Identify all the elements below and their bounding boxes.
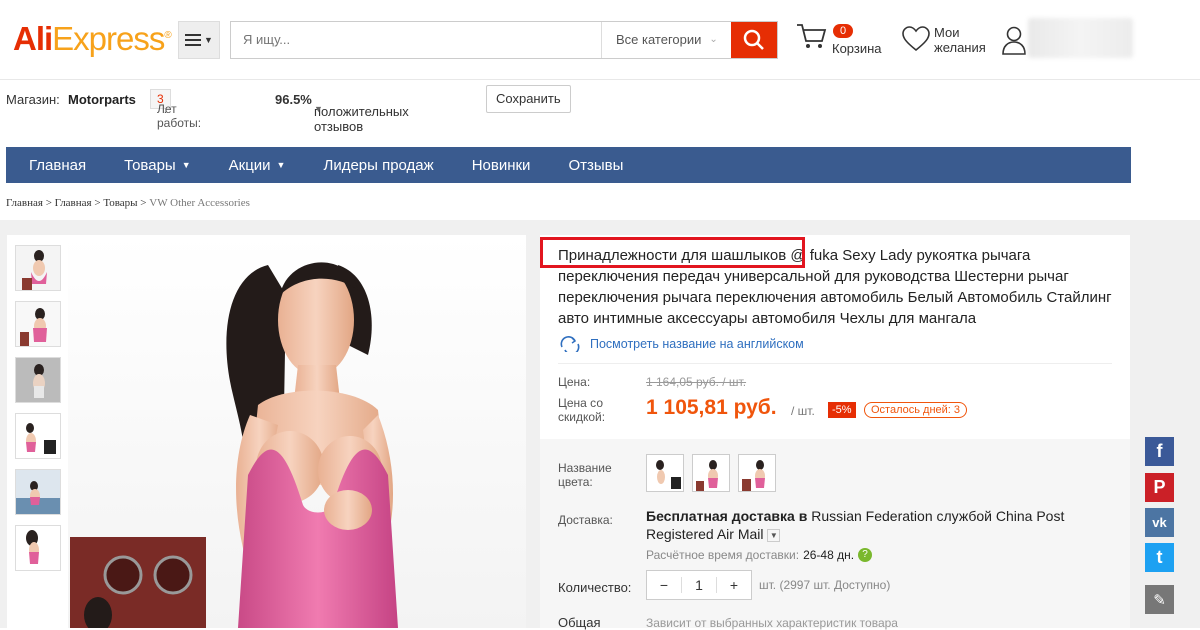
pencil-icon: ✎ — [1153, 591, 1166, 609]
breadcrumb-item[interactable]: Главная — [6, 197, 43, 209]
product-thumbnail[interactable] — [15, 357, 61, 403]
price-unit: / шт. — [791, 404, 815, 418]
heart-icon — [902, 26, 930, 52]
account-link[interactable] — [1002, 25, 1026, 60]
nav-item-home[interactable]: Главная — [29, 157, 86, 174]
breadcrumb-item[interactable]: Товары — [103, 197, 137, 209]
twitter-share-button[interactable]: t — [1145, 543, 1174, 572]
aliexpress-logo[interactable]: AliExpress® — [13, 20, 172, 58]
positive-feedback-pct: 96.5% — [275, 92, 312, 107]
divider — [558, 363, 1112, 364]
chevron-down-icon: ▼ — [314, 104, 323, 114]
quantity-stepper: − 1 + — [646, 570, 752, 600]
sale-price-label: Цена со скидкой: — [558, 396, 606, 424]
view-english-title-link[interactable]: Посмотреть название на английском — [558, 336, 804, 352]
breadcrumb: Главная > Главная > Товары > VW Other Ac… — [6, 197, 250, 209]
color-swatch[interactable] — [738, 454, 776, 492]
edit-button[interactable]: ✎ — [1145, 585, 1174, 614]
original-price: 1 164,05 руб. / шт. — [646, 375, 747, 389]
quantity-decrease-button[interactable]: − — [647, 577, 682, 593]
stock-available: шт. (2997 шт. Доступно) — [759, 578, 891, 592]
delivery-label: Доставка: — [558, 513, 613, 527]
cart-icon — [797, 24, 827, 48]
translate-icon — [560, 336, 580, 352]
vk-share-button[interactable]: vk — [1145, 508, 1174, 537]
nav-item-products[interactable]: Товары ▼ — [124, 157, 191, 174]
thumbnail-column — [7, 235, 68, 628]
vk-icon: vk — [1152, 515, 1167, 530]
store-label: Магазин: — [6, 92, 60, 107]
purchase-options: Название цвета: Доставка: Бесплатная дос… — [540, 439, 1130, 630]
pinterest-icon: P — [1153, 477, 1166, 497]
store-name[interactable]: Motorparts — [68, 92, 136, 107]
color-swatch[interactable] — [646, 454, 684, 492]
breadcrumb-current: VW Other Accessories — [149, 197, 250, 209]
blurred-account-name — [1028, 18, 1133, 58]
cart-link[interactable]: 0 Корзина — [796, 22, 886, 62]
save-store-button[interactable]: Сохранить — [486, 85, 571, 113]
category-menu-button[interactable]: ▼ — [178, 21, 220, 59]
nav-item-sales[interactable]: Акции ▼ — [229, 157, 286, 174]
category-select[interactable]: Все категории ⌄ — [601, 22, 731, 58]
store-years-badge: Лет работы: 3 . — [150, 89, 201, 130]
help-icon[interactable]: ? — [858, 548, 873, 562]
quantity-label: Количество: — [558, 580, 632, 595]
color-label: Название цвета: — [558, 461, 612, 489]
nav-item-reviews[interactable]: Отзывы — [568, 157, 623, 174]
store-nav: Главная Товары ▼ Акции ▼ Лидеры продаж Нов… — [6, 147, 1131, 183]
product-thumbnail[interactable] — [15, 245, 61, 291]
nav-item-bestsellers[interactable]: Лидеры продаж — [323, 157, 433, 174]
cart-count-badge: 0 — [833, 24, 853, 38]
breadcrumb-item[interactable]: Главная — [55, 197, 92, 209]
cart-label: Корзина — [832, 41, 882, 56]
color-swatch[interactable] — [692, 454, 730, 492]
nav-item-new[interactable]: Новинки — [472, 157, 531, 174]
quantity-value[interactable]: 1 — [682, 577, 716, 593]
product-main-image[interactable] — [68, 235, 526, 628]
search-input[interactable] — [231, 22, 601, 58]
search-bar: Все категории ⌄ — [230, 21, 778, 59]
caret-down-icon: ▼ — [276, 160, 286, 170]
wishlist-label: Мои желания — [934, 25, 986, 55]
facebook-icon: f — [1156, 441, 1163, 461]
chevron-down-icon: ▼ — [204, 35, 213, 45]
chevron-down-icon[interactable]: ▼ — [767, 529, 781, 542]
header: AliExpress® ▼ Все категории ⌄ 0 Корзина … — [0, 0, 1200, 80]
product-thumbnail[interactable] — [15, 469, 61, 515]
wishlist-link[interactable]: Мои желания — [902, 25, 986, 57]
caret-down-icon: ▼ — [181, 160, 191, 170]
days-left-badge: Осталось дней: 3 — [864, 402, 968, 418]
quantity-increase-button[interactable]: + — [716, 577, 751, 593]
facebook-share-button[interactable]: f — [1145, 437, 1174, 466]
menu-icon — [185, 34, 202, 46]
product-thumbnail[interactable] — [15, 413, 61, 459]
pinterest-share-button[interactable]: P — [1145, 473, 1174, 502]
search-button[interactable] — [731, 22, 777, 58]
twitter-icon: t — [1156, 547, 1163, 567]
price-label: Цена: — [558, 375, 591, 389]
product-thumbnail[interactable] — [15, 301, 61, 347]
user-icon — [1002, 26, 1026, 55]
discount-badge: -5% — [828, 402, 856, 418]
delivery-eta: Расчётное время доставки: 26-48 дн. ? — [646, 548, 873, 562]
chevron-down-icon: ⌄ — [709, 34, 718, 45]
product-thumbnail[interactable] — [15, 525, 61, 571]
sale-price: 1 105,81 руб. — [646, 396, 777, 419]
store-info-bar: Магазин: Motorparts Лет работы: 3 . 96.5… — [0, 80, 1200, 134]
search-icon — [743, 29, 764, 50]
highlight-annotation-box — [540, 237, 805, 268]
delivery-info: Бесплатная доставка в Russian Federation… — [646, 508, 1065, 542]
product-info-panel: Принадлежности для шашлыков @ fuka Sexy … — [540, 235, 1130, 630]
